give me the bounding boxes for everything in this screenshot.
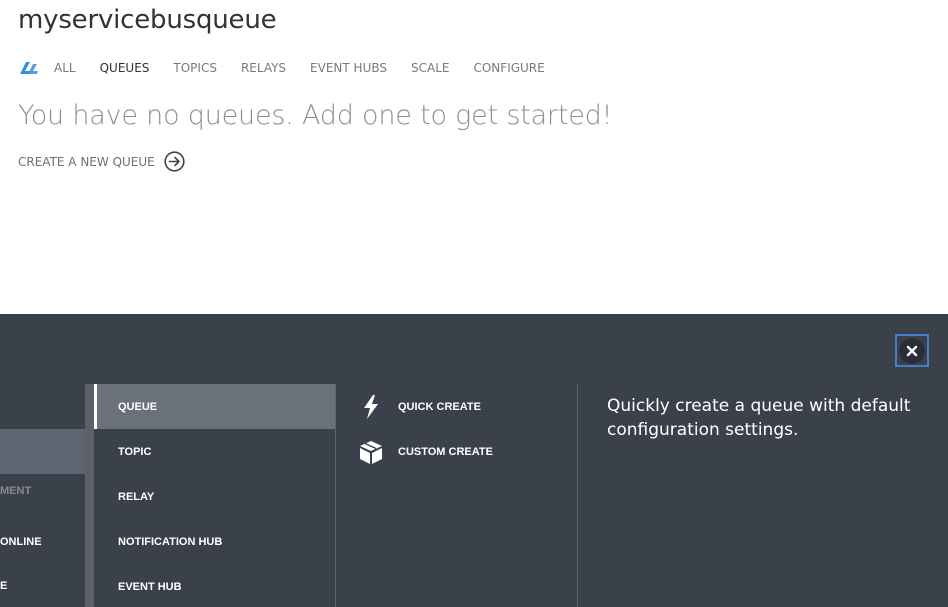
quick-create-label: QUICK CREATE [398, 400, 481, 413]
nav-tabs: ALL QUEUES TOPICS RELAYS EVENT HUBS SCAL… [18, 58, 569, 78]
main-content: myservicebusqueue ALL QUEUES TOPICS RELA… [0, 0, 948, 314]
service-item-label: TOPIC [118, 445, 152, 458]
tab-scale[interactable]: SCALE [411, 61, 449, 75]
arrow-right-circle-icon[interactable] [164, 151, 185, 172]
service-item-topic[interactable]: TOPIC [94, 429, 335, 474]
page-title: myservicebusqueue [18, 5, 277, 35]
column-divider [85, 384, 94, 607]
tab-topics[interactable]: TOPICS [173, 61, 217, 75]
service-item-label: EVENT HUB [118, 580, 182, 593]
empty-state-message: You have no queues. Add one to get start… [18, 100, 613, 131]
tab-event-hubs[interactable]: EVENT HUBS [310, 61, 387, 75]
category-column: MENT ONLINE E [0, 384, 85, 607]
tab-queues[interactable]: QUEUES [100, 61, 150, 75]
create-options-column: QUICK CREATE CUSTOM CREATE [336, 384, 578, 607]
category-item-management[interactable]: MENT [0, 485, 31, 497]
tab-configure[interactable]: CONFIGURE [473, 61, 544, 75]
service-type-column: QUEUE TOPIC RELAY NOTIFICATION HUB EVENT… [94, 384, 336, 607]
create-new-queue-link[interactable]: CREATE A NEW QUEUE [18, 151, 185, 172]
service-item-label: QUEUE [118, 400, 158, 413]
service-item-label: NOTIFICATION HUB [118, 535, 223, 548]
category-item-e[interactable]: E [0, 580, 7, 592]
box-icon [358, 439, 384, 465]
service-item-relay[interactable]: RELAY [94, 474, 335, 519]
category-item-online[interactable]: ONLINE [0, 536, 42, 548]
tab-all[interactable]: ALL [54, 61, 76, 75]
option-description: Quickly create a queue with default conf… [607, 396, 911, 440]
service-item-label: RELAY [118, 490, 155, 503]
service-item-queue[interactable]: QUEUE [94, 384, 335, 429]
service-item-event-hub[interactable]: EVENT HUB [94, 564, 335, 607]
service-bus-icon[interactable] [18, 60, 40, 76]
custom-create-option[interactable]: CUSTOM CREATE [358, 429, 493, 474]
new-item-drawer: MENT ONLINE E QUEUE TOPIC RELAY NOTIFICA… [0, 314, 948, 607]
custom-create-label: CUSTOM CREATE [398, 445, 493, 458]
tab-relays[interactable]: RELAYS [241, 61, 286, 75]
close-icon[interactable] [899, 337, 925, 364]
category-selected[interactable] [0, 429, 85, 474]
quick-create-option[interactable]: QUICK CREATE [358, 384, 481, 429]
close-button[interactable] [895, 334, 929, 367]
service-item-notification-hub[interactable]: NOTIFICATION HUB [94, 519, 335, 564]
create-new-queue-label[interactable]: CREATE A NEW QUEUE [18, 155, 155, 169]
lightning-icon [358, 394, 384, 420]
